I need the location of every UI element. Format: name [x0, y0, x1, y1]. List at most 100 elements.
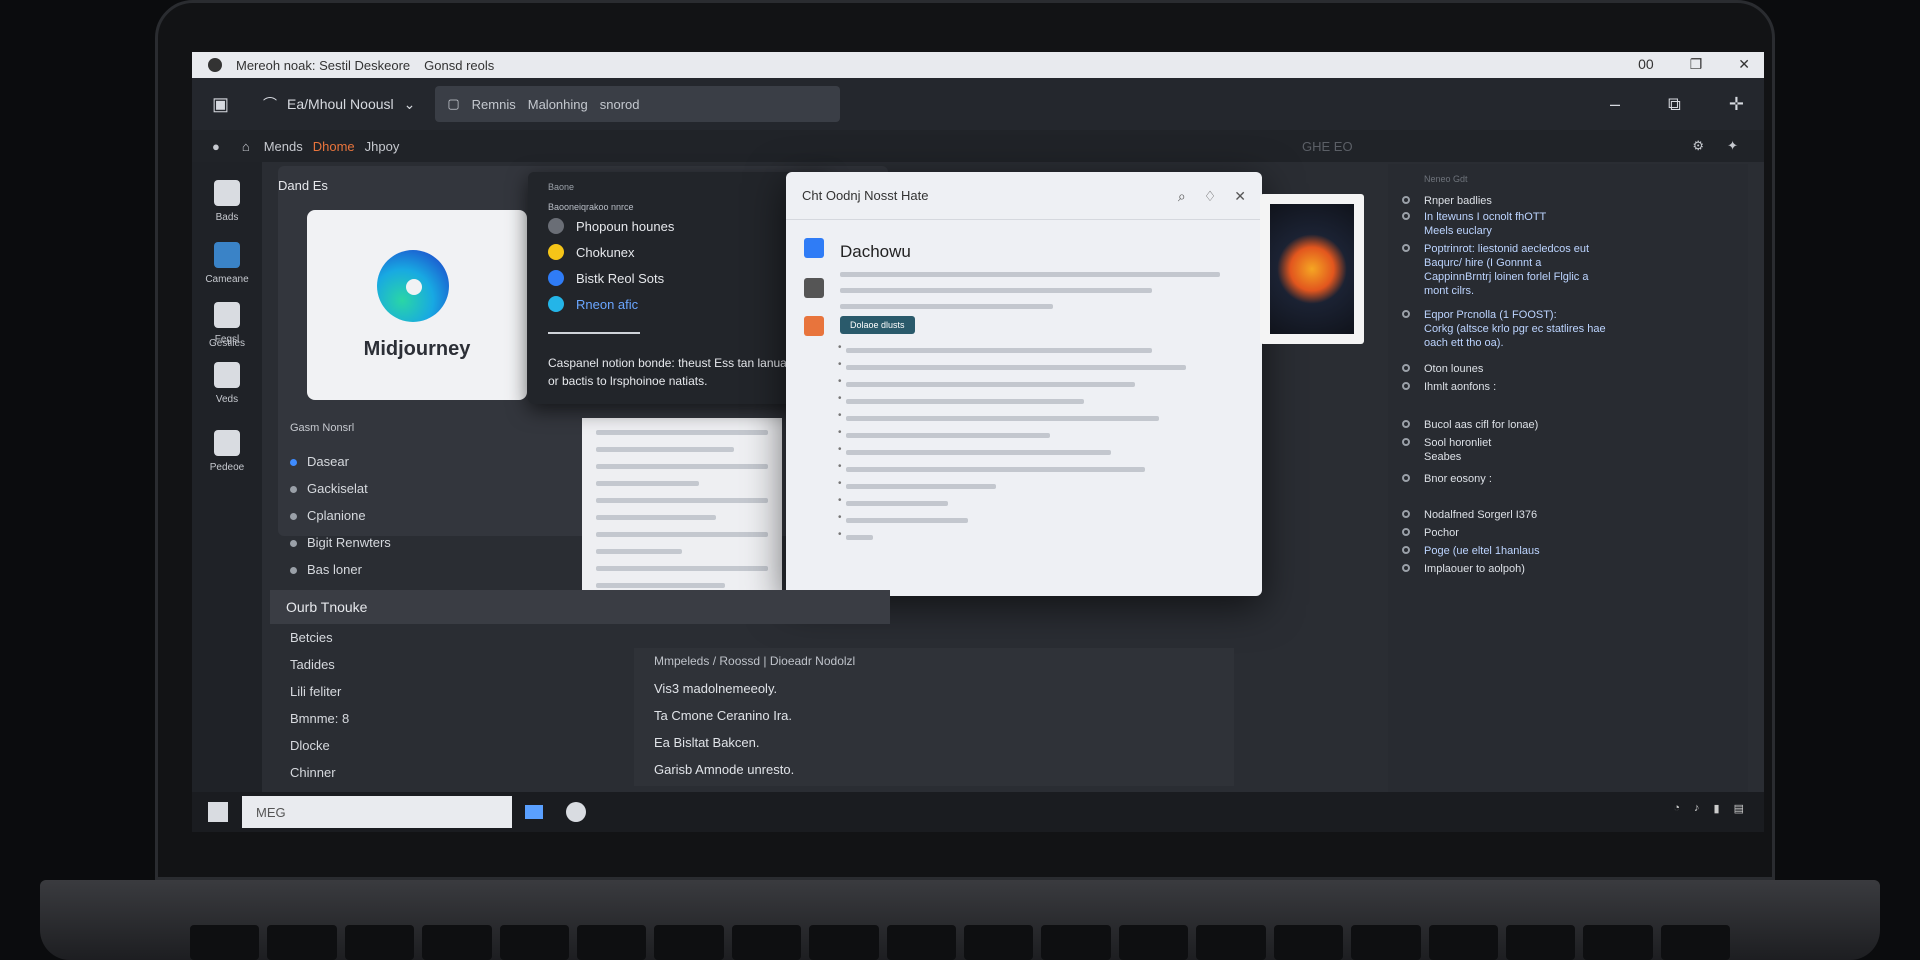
star-icon[interactable]: ✦ [1727, 138, 1738, 154]
dropdown-item-1[interactable]: Chokunex [548, 244, 635, 260]
share-icon[interactable]: ⧉ [1668, 94, 1681, 115]
right-panel: Neneo Gdt Rnper badlies In ltewuns I ocn… [1388, 164, 1748, 794]
artwork-thumbnail[interactable] [1260, 194, 1364, 344]
app-badge-icon [804, 238, 824, 258]
list-item[interactable]: Bmnme: 8 [290, 705, 349, 732]
right-item-8[interactable]: Bnor eosony : [1402, 472, 1492, 486]
settings-icon[interactable]: ⚙ [1692, 138, 1704, 154]
taskbar-app-2[interactable] [556, 796, 596, 828]
right-item-0[interactable]: Rnper badlies [1402, 194, 1492, 208]
notes-icon [214, 362, 240, 388]
right-item-3[interactable]: Eqpor Prcnolla (1 FOOST): Corkg (altsce … [1402, 308, 1606, 350]
center-list-item[interactable]: Ea Bisltat Bakcen. [634, 729, 1234, 756]
status-dot-icon: ● [212, 138, 220, 154]
right-item-5[interactable]: Ihmlt aonfons : [1402, 380, 1496, 394]
system-tray: ◔ ♪ ▮ ▤ [1673, 802, 1744, 815]
panel-toggle-icon[interactable]: ▣ [212, 94, 229, 115]
list-item[interactable]: Gackiselat [290, 475, 391, 502]
discord-icon [214, 242, 240, 268]
home-icon[interactable]: ⌂ [242, 139, 250, 154]
right-item-10[interactable]: Pochor [1402, 526, 1459, 540]
modal-action-button[interactable]: Dolaoe dlusts [840, 316, 915, 334]
app-icon [525, 805, 543, 819]
center-list-header: Mmpeleds / Roossd | Dioeadr Nodolzl [654, 654, 856, 668]
modal-dialog: Cht Oodnj Nosst Hate ⌕ ♢ ✕ Dachowu Dolao… [786, 172, 1262, 596]
restore-icon[interactable]: ❐ [1690, 56, 1703, 73]
breadcrumb-right: GHE EO [1302, 138, 1353, 154]
list-item[interactable]: Tadides [290, 651, 349, 678]
right-panel-title: Neneo Gdt [1424, 174, 1468, 184]
taskbar-app-1[interactable] [514, 796, 554, 828]
rail-item-4[interactable]: Veds [200, 362, 254, 405]
list-item[interactable]: Lili feliter [290, 678, 349, 705]
modal-body [840, 272, 1220, 320]
tab-active[interactable]: ⌒ Ea/Mhoul Noousl ⌄ [249, 86, 429, 122]
tab-secondary[interactable]: ▢ Remnis Malonhing snorod [435, 86, 841, 122]
right-item-9[interactable]: Nodalfned Sorgerl I376 [1402, 508, 1537, 522]
list-item[interactable]: Bigit Renwters [290, 529, 391, 556]
taskbar-search[interactable]: MEG [242, 796, 512, 828]
circle-icon [548, 218, 564, 234]
circle-icon [548, 244, 564, 260]
right-item-4[interactable]: Oton lounes [1402, 362, 1483, 376]
breadcrumb-item-1[interactable]: Mends [264, 139, 303, 154]
page-icon [214, 430, 240, 456]
right-item-2[interactable]: Poptrinrot: liestonid aecledcos eut Baqu… [1402, 242, 1589, 298]
sound-icon[interactable]: ♪ [1694, 802, 1700, 815]
breadcrumb-item-2[interactable]: Dhome [313, 139, 355, 154]
close-icon[interactable]: ✕ [1234, 188, 1246, 205]
center-list-item[interactable]: Ta Cmone Ceranino Ira. [634, 702, 1234, 729]
search-icon[interactable]: ⌕ [1178, 188, 1186, 205]
right-item-12[interactable]: Implaouer to aolpoh) [1402, 562, 1525, 576]
center-list-item[interactable]: Garisb Amnode unresto. [634, 756, 1234, 783]
wifi-icon[interactable]: ◔ [1673, 802, 1680, 815]
start-icon[interactable] [208, 802, 228, 822]
dropdown-item-0[interactable]: Phopoun hounes [548, 218, 674, 234]
dropdown-item-2[interactable]: Bistk Reol Sots [548, 270, 664, 286]
image-icon [804, 278, 824, 298]
battery-icon[interactable]: ▮ [1714, 802, 1720, 815]
dropdown-item-3[interactable]: Rneon afic [548, 296, 638, 312]
window-indicator: 00 [1638, 56, 1654, 72]
list-item[interactable]: Chinner [290, 759, 349, 786]
pin-icon[interactable]: ✛ [1729, 94, 1744, 115]
doc-icon [214, 180, 240, 206]
document-preview [582, 418, 782, 598]
section-header[interactable]: Ourb Tnouke [270, 590, 890, 624]
rail-item-3[interactable]: Gestiles [200, 338, 254, 349]
center-list-item[interactable]: Vis3 madolnemeeoly. [634, 675, 1234, 702]
rail-item-1[interactable]: Cameane [200, 242, 254, 285]
right-item-7[interactable]: Sool horonliet Seabes [1402, 436, 1491, 464]
artwork-image [1270, 204, 1354, 334]
tab-secondary-label: Remnis [471, 96, 516, 112]
close-icon[interactable]: ✕ [1738, 56, 1750, 73]
bell-icon[interactable]: ♢ [1204, 188, 1217, 205]
tab-secondary-sub: Malonhing [527, 96, 588, 112]
minimize-icon[interactable]: – [1610, 94, 1620, 115]
alert-icon [804, 316, 824, 336]
list-item[interactable]: Dasear [290, 448, 391, 475]
circle-icon [548, 296, 564, 312]
chevron-down-icon: ⌄ [403, 95, 416, 112]
right-item-11[interactable]: Poge (ue eltel 1hanlaus [1402, 544, 1540, 558]
right-item-1[interactable]: In ltewuns I ocnolt fhOTT Meels euclary [1402, 210, 1546, 238]
modal-title: Dachowu [840, 242, 911, 261]
rail-item-5[interactable]: Pedeoe [200, 430, 254, 473]
list-item[interactable]: Cplanione [290, 502, 391, 529]
taskbar: MEG ◔ ♪ ▮ ▤ [192, 792, 1764, 832]
right-item-6[interactable]: Bucol aas cifl for lonae) [1402, 418, 1538, 432]
center-list: Mmpeleds / Roossd | Dioeadr Nodolzl Vis3… [634, 648, 1234, 786]
rail-item-0[interactable]: Bads [200, 180, 254, 223]
breadcrumb: ● ⌂ Mends Dhome Jhpoy GHE EO ⚙ ✦ [192, 130, 1764, 162]
dropdown-subhead: Baooneiqrakoo nnrce [548, 202, 634, 212]
window-tab-extra[interactable]: Gonsd reols [424, 58, 494, 73]
notification-icon[interactable]: ▤ [1734, 802, 1744, 815]
headset-icon: ⌒ [263, 96, 278, 112]
list-item[interactable]: Betcies [290, 624, 349, 651]
breadcrumb-item-3[interactable]: Jhpoy [365, 139, 400, 154]
keyboard [190, 925, 1731, 960]
left-panel-list: Dasear Gackiselat Cplanione Bigit Renwte… [290, 448, 391, 583]
list-item[interactable]: Bas loner [290, 556, 391, 583]
list-item[interactable]: Dlocke [290, 732, 349, 759]
midjourney-card[interactable]: Midjourney [307, 210, 527, 400]
